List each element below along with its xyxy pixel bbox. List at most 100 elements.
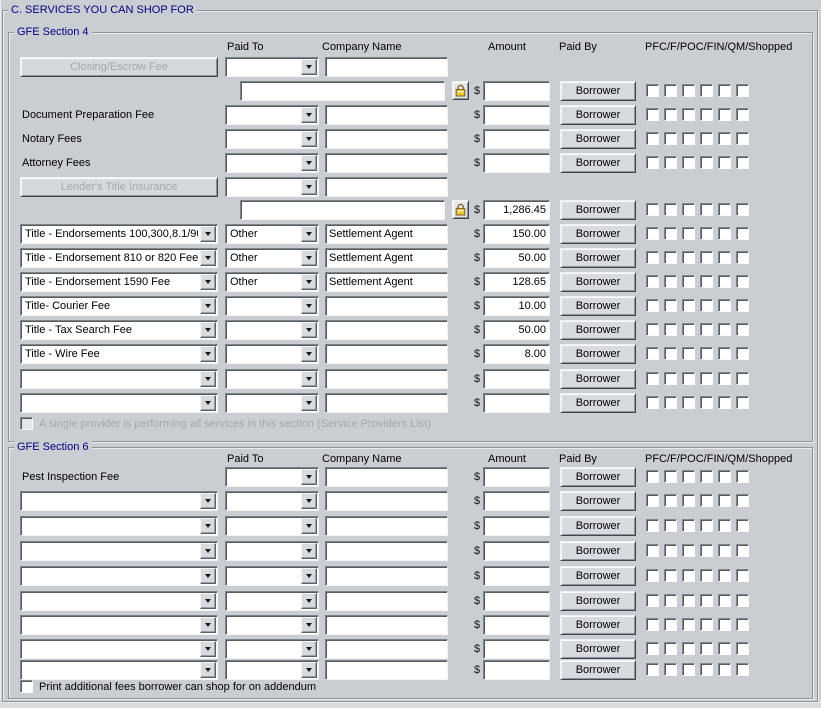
- chevron-down-icon[interactable]: [200, 662, 216, 678]
- fee-type-select[interactable]: [20, 639, 218, 659]
- chevron-down-icon[interactable]: [301, 107, 317, 123]
- chevron-down-icon[interactable]: [200, 274, 216, 290]
- fee-description-input[interactable]: [240, 200, 445, 220]
- company-name-input[interactable]: [325, 467, 448, 487]
- flag-checkbox-poc[interactable]: [682, 594, 695, 607]
- flag-checkbox-poc[interactable]: [682, 275, 695, 288]
- flag-checkbox-pfc[interactable]: [646, 544, 659, 557]
- flag-checkbox-pfc[interactable]: [646, 618, 659, 631]
- flag-checkbox-qm[interactable]: [718, 299, 731, 312]
- company-name-input[interactable]: [325, 57, 448, 77]
- paid-to-select[interactable]: [225, 177, 319, 197]
- flag-checkbox-poc[interactable]: [682, 569, 695, 582]
- flag-checkbox-pfc[interactable]: [646, 396, 659, 409]
- chevron-down-icon[interactable]: [200, 617, 216, 633]
- flag-checkbox-f[interactable]: [664, 275, 677, 288]
- flag-checkbox-f[interactable]: [664, 594, 677, 607]
- paid-by-button[interactable]: Borrower: [560, 344, 636, 364]
- flag-checkbox-pfc[interactable]: [646, 347, 659, 360]
- flag-checkbox-qm[interactable]: [718, 108, 731, 121]
- flag-checkbox-fin[interactable]: [700, 618, 713, 631]
- flag-checkbox-f[interactable]: [664, 84, 677, 97]
- paid-to-select[interactable]: [225, 393, 319, 413]
- paid-to-select[interactable]: [225, 541, 319, 561]
- fee-type-select[interactable]: [20, 516, 218, 536]
- paid-by-button[interactable]: Borrower: [560, 591, 636, 611]
- company-name-input[interactable]: [325, 566, 448, 586]
- flag-checkbox-fin[interactable]: [700, 642, 713, 655]
- flag-checkbox-pfc[interactable]: [646, 299, 659, 312]
- paid-by-button[interactable]: Borrower: [560, 639, 636, 659]
- paid-to-select[interactable]: [225, 660, 319, 680]
- flag-checkbox-f[interactable]: [664, 470, 677, 483]
- flag-checkbox-shopped[interactable]: [736, 275, 749, 288]
- chevron-down-icon[interactable]: [301, 298, 317, 314]
- lock-button[interactable]: [452, 81, 469, 100]
- chevron-down-icon[interactable]: [200, 298, 216, 314]
- flag-checkbox-qm[interactable]: [718, 494, 731, 507]
- chevron-down-icon[interactable]: [301, 274, 317, 290]
- flag-checkbox-shopped[interactable]: [736, 227, 749, 240]
- flag-checkbox-poc[interactable]: [682, 108, 695, 121]
- flag-checkbox-poc[interactable]: [682, 544, 695, 557]
- chevron-down-icon[interactable]: [301, 662, 317, 678]
- company-name-input[interactable]: [325, 296, 448, 316]
- flag-checkbox-pfc[interactable]: [646, 642, 659, 655]
- flag-checkbox-qm[interactable]: [718, 132, 731, 145]
- chevron-down-icon[interactable]: [200, 568, 216, 584]
- chevron-down-icon[interactable]: [200, 641, 216, 657]
- flag-checkbox-qm[interactable]: [718, 84, 731, 97]
- flag-checkbox-poc[interactable]: [682, 323, 695, 336]
- amount-input[interactable]: [483, 344, 550, 364]
- amount-input[interactable]: [483, 81, 550, 101]
- flag-checkbox-f[interactable]: [664, 494, 677, 507]
- amount-input[interactable]: [483, 224, 550, 244]
- paid-to-select[interactable]: [225, 129, 319, 149]
- flag-checkbox-f[interactable]: [664, 519, 677, 532]
- paid-by-button[interactable]: Borrower: [560, 272, 636, 292]
- flag-checkbox-shopped[interactable]: [736, 663, 749, 676]
- flag-checkbox-f[interactable]: [664, 108, 677, 121]
- company-name-input[interactable]: [325, 153, 448, 173]
- amount-input[interactable]: [483, 129, 550, 149]
- chevron-down-icon[interactable]: [200, 395, 216, 411]
- flag-checkbox-f[interactable]: [664, 372, 677, 385]
- flag-checkbox-shopped[interactable]: [736, 470, 749, 483]
- chevron-down-icon[interactable]: [301, 543, 317, 559]
- company-name-input[interactable]: [325, 272, 448, 292]
- flag-checkbox-poc[interactable]: [682, 299, 695, 312]
- fee-description-input[interactable]: [240, 81, 445, 101]
- company-name-input[interactable]: [325, 224, 448, 244]
- company-name-input[interactable]: [325, 369, 448, 389]
- flag-checkbox-qm[interactable]: [718, 372, 731, 385]
- flag-checkbox-f[interactable]: [664, 299, 677, 312]
- print-additional-fees-checkbox[interactable]: [20, 680, 33, 693]
- chevron-down-icon[interactable]: [301, 593, 317, 609]
- company-name-input[interactable]: [325, 248, 448, 268]
- chevron-down-icon[interactable]: [301, 226, 317, 242]
- chevron-down-icon[interactable]: [200, 346, 216, 362]
- flag-checkbox-pfc[interactable]: [646, 132, 659, 145]
- paid-to-select[interactable]: [225, 296, 319, 316]
- chevron-down-icon[interactable]: [301, 617, 317, 633]
- flag-checkbox-fin[interactable]: [700, 663, 713, 676]
- company-name-input[interactable]: [325, 177, 448, 197]
- paid-by-button[interactable]: Borrower: [560, 369, 636, 389]
- company-name-input[interactable]: [325, 591, 448, 611]
- paid-by-button[interactable]: Borrower: [560, 467, 636, 487]
- flag-checkbox-fin[interactable]: [700, 299, 713, 312]
- flag-checkbox-fin[interactable]: [700, 544, 713, 557]
- paid-to-select[interactable]: [225, 57, 319, 77]
- flag-checkbox-qm[interactable]: [718, 275, 731, 288]
- paid-by-button[interactable]: Borrower: [560, 541, 636, 561]
- chevron-down-icon[interactable]: [301, 371, 317, 387]
- company-name-input[interactable]: [325, 344, 448, 364]
- chevron-down-icon[interactable]: [200, 226, 216, 242]
- flag-checkbox-fin[interactable]: [700, 594, 713, 607]
- flag-checkbox-shopped[interactable]: [736, 494, 749, 507]
- flag-checkbox-pfc[interactable]: [646, 494, 659, 507]
- flag-checkbox-f[interactable]: [664, 396, 677, 409]
- flag-checkbox-f[interactable]: [664, 227, 677, 240]
- fee-type-select[interactable]: [20, 615, 218, 635]
- flag-checkbox-f[interactable]: [664, 156, 677, 169]
